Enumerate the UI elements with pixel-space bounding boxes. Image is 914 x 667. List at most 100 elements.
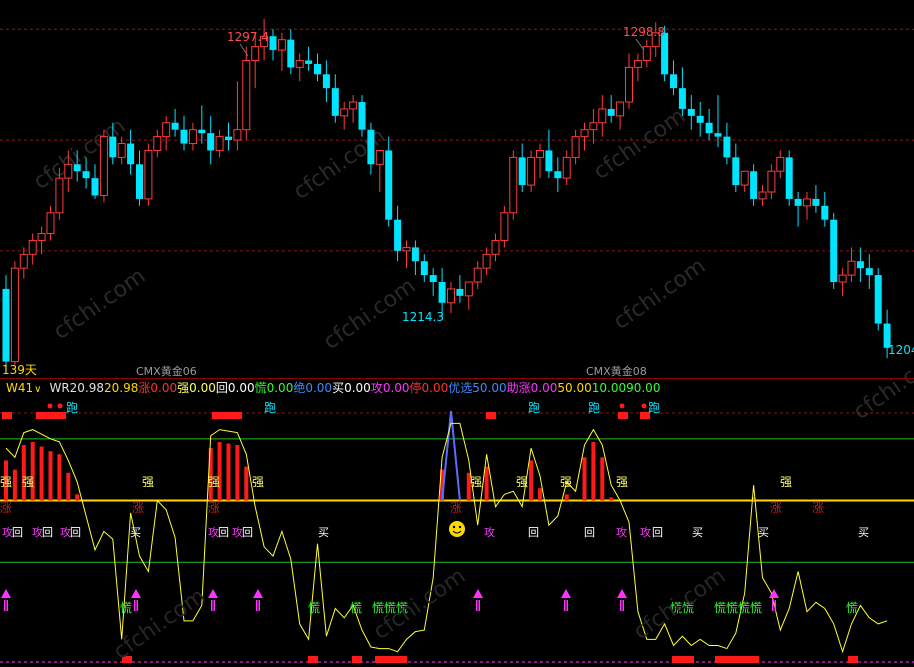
candle-body-up: [117, 143, 126, 158]
indicator-item-value: 0.00: [266, 381, 294, 395]
signal-rise: 涨: [208, 500, 220, 515]
indicator-item-value: 50.00: [557, 381, 592, 395]
wr-bar: [48, 451, 53, 501]
candle-body-up: [758, 191, 767, 200]
signal-panic: 慌: [350, 601, 362, 615]
candle-body-up: [482, 253, 491, 269]
signal-rise: 涨: [812, 500, 824, 515]
smiley-icon: [449, 521, 465, 537]
indicator-item-value: 0.00: [150, 381, 178, 395]
candle-body-down: [331, 88, 339, 116]
wr-bar: [66, 472, 71, 501]
watermark-text: cfchi.com: [609, 254, 710, 335]
signal-strong: 强: [0, 475, 12, 489]
candle-body-up: [375, 149, 384, 165]
indicator-item-label: 涨: [138, 381, 151, 395]
candle-body-down: [785, 157, 793, 199]
indicator-name[interactable]: W41: [6, 381, 33, 395]
attack-arrow-icon: [561, 589, 571, 598]
top-signal-dot: [47, 403, 53, 409]
signal-strong: 强: [470, 475, 482, 489]
indicator-item-value: 0.00: [305, 381, 333, 395]
candle-body-down: [661, 32, 669, 75]
candle-body-down: [385, 150, 393, 220]
indicator-item-value: 0.00: [227, 381, 255, 395]
attack-arrow-icon: [253, 589, 263, 598]
candle-body-up: [803, 198, 811, 207]
attack-arrow-stem: [213, 600, 215, 611]
smiley-eye: [458, 525, 462, 529]
attack-arrow-icon: [769, 589, 779, 598]
signal-strong: 强: [142, 475, 154, 489]
signal-rise: 涨: [0, 500, 12, 515]
indicator-item-value: 0.00: [421, 381, 449, 395]
indicator-item-label: WR: [49, 381, 70, 395]
signal-run: 跑: [264, 401, 276, 415]
candle-body-up: [295, 59, 304, 68]
candle-body-down: [314, 63, 321, 75]
indicator-signals: 跑跑跑跑跑强强强强强强强强强强涨涨涨涨涨涨攻攻攻攻攻攻攻攻回回回回回回回回买买买…: [0, 401, 869, 665]
signal-back: 回: [584, 526, 595, 539]
indicator-item-value: 90.00: [626, 381, 661, 395]
wr-bar: [529, 460, 534, 501]
indicator-item-value: 0.00: [382, 381, 410, 395]
candle-body-up: [64, 163, 73, 179]
price-high-label: 1297.4: [227, 30, 269, 44]
candle-body-up: [242, 59, 251, 131]
candle-body-up: [349, 101, 358, 110]
candle-body-up: [447, 288, 455, 304]
signal-attack: 攻: [616, 525, 627, 539]
signal-buy: 买: [692, 526, 703, 539]
attack-arrow-icon: [617, 589, 627, 598]
candle-body-down: [2, 288, 10, 362]
signal-strong: 强: [616, 475, 628, 489]
wr-bar: [75, 494, 80, 501]
watermark-text: cfchi.com: [289, 124, 390, 205]
candle-body-down: [794, 198, 802, 206]
wr-bar: [538, 488, 542, 501]
candle-body-up: [589, 122, 598, 131]
indicator-values: WR20.9820.98涨0.00强0.00回0.00慌0.00绝0.00买0.…: [49, 381, 660, 395]
candle-body-up: [838, 274, 847, 283]
wr-bar: [217, 441, 222, 501]
candle-body-down: [830, 219, 838, 282]
candle-body-up: [509, 156, 518, 214]
bottom-signal-marker: [308, 656, 318, 663]
chevron-down-icon[interactable]: ∨: [34, 384, 41, 395]
indicator-item-label: 攻: [370, 381, 383, 395]
candle-body-up: [500, 212, 509, 241]
signal-buy: 买: [758, 526, 769, 539]
chart-canvas: cfchi.com cfchi.com cfchi.comcfchi.com cfch…: [0, 18, 914, 665]
attack-arrow-stem: [622, 600, 624, 611]
signal-back: 回: [528, 526, 539, 539]
wr-bar: [21, 445, 26, 501]
price-pointer: [635, 38, 645, 51]
candle-body-up: [562, 156, 571, 179]
candle-body-down: [865, 268, 873, 276]
candle-body-down: [411, 247, 419, 262]
signal-strong: 强: [208, 475, 220, 489]
candle-body-up: [536, 149, 544, 158]
top-signal-dot: [619, 403, 625, 409]
indicator-item-label: 停: [409, 381, 422, 395]
candle-body-up: [598, 108, 607, 124]
indicator-item-label: 慌: [254, 381, 267, 395]
candle-body-down: [723, 136, 731, 158]
candle-body-up: [642, 46, 651, 61]
top-signal-marker: [486, 412, 496, 419]
candle-body-down: [305, 60, 313, 64]
attack-arrow-stem: [772, 600, 774, 611]
candle-body-up: [46, 212, 55, 235]
candle-body-up: [527, 156, 536, 186]
wr-bar: [591, 441, 596, 501]
indicator-item-value: 0.00: [189, 381, 216, 395]
candle-body-down: [874, 275, 882, 324]
candle-body-down: [429, 275, 437, 282]
candle-body-up: [625, 66, 633, 103]
signal-rise: 涨: [132, 500, 144, 515]
price-low-label: 1214.3: [402, 310, 444, 324]
candle-body-down: [687, 108, 695, 116]
candle-body-down: [225, 136, 232, 141]
bottom-signal-marker: [375, 656, 407, 663]
signal-run: 跑: [588, 401, 600, 415]
